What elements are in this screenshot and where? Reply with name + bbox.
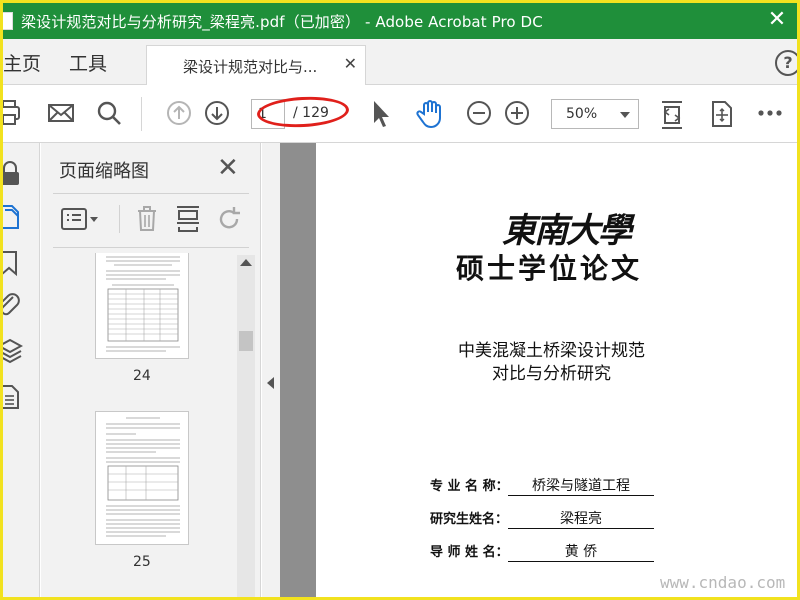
bookmarks-icon[interactable] [3,249,19,281]
field-label: 导 师 姓 名： [430,545,509,560]
pane-divider [53,247,249,248]
degree-title: 硕士学位论文 [456,252,643,285]
document-tab-label: 梁设计规范对比与... [183,58,318,76]
options-menu-icon[interactable] [61,207,101,235]
page-thumbnails-pane: 页面缩略图 ✕ 24 25 [41,143,261,597]
pane-title: 页面缩略图 [59,161,149,182]
site-watermark: www.cndao.com [660,573,786,592]
document-tab[interactable]: 梁设计规范对比与... ✕ [146,45,366,85]
field-value: 桥梁与隧道工程 [508,475,654,496]
navigation-rail [3,143,40,597]
page-thumbnail-24[interactable] [95,253,189,359]
main-toolbar: 1 / 129 50% [3,85,797,143]
next-page-icon[interactable] [203,99,231,127]
scroll-up-icon[interactable] [240,259,252,266]
zoom-out-icon[interactable] [465,99,493,127]
attachments-icon[interactable] [3,291,21,323]
pdf-page: 東南大學 硕士学位论文 中美混凝土桥梁设计规范 对比与分析研究 专 业 名 称：… [316,143,797,597]
university-logo-text: 東南大學 [502,211,632,251]
field-label: 专 业 名 称： [430,479,509,494]
pane-close-button[interactable]: ✕ [217,153,239,183]
document-tab-close-button[interactable]: ✕ [344,54,357,73]
page-thumbnail-25[interactable] [95,411,189,545]
more-tools-icon[interactable] [757,109,783,117]
pane-tool-separator [119,205,120,233]
field-label: 研究生姓名： [430,512,509,527]
thumbnail-page-content [106,256,180,352]
zoom-in-icon[interactable] [503,99,531,127]
insert-page-icon[interactable] [175,205,201,237]
window-close-button[interactable]: ✕ [763,9,791,33]
document-view: 東南大學 硕士学位论文 中美混凝土桥梁设计规范 对比与分析研究 专 业 名 称：… [280,143,797,597]
app-window: 梁设计规范对比与分析研究_梁程亮.pdf（已加密） - Adobe Acroba… [0,0,800,600]
menu-home[interactable]: 主页 [3,49,41,76]
toolbar-separator [141,97,142,131]
major-field: 专 业 名 称： 桥梁与隧道工程 [430,475,654,496]
previous-page-icon[interactable] [165,99,193,127]
menu-tools[interactable]: 工具 [69,49,107,76]
pdf-file-icon [3,12,13,30]
document-info-icon[interactable] [3,383,21,415]
email-icon[interactable] [47,99,75,127]
field-value: 黄 侨 [508,541,654,562]
window-title: 梁设计规范对比与分析研究_梁程亮.pdf（已加密） - Adobe Acroba… [21,12,543,31]
zoom-value: 50% [566,106,598,122]
thumbnail-page-content [106,417,180,537]
thumbnail-page-label: 24 [133,368,151,384]
rotate-view-icon[interactable] [709,99,735,129]
hand-tool-icon[interactable] [415,99,445,129]
title-bar: 梁设计规范对比与分析研究_梁程亮.pdf（已加密） - Adobe Acroba… [3,3,797,39]
scrollbar-thumb[interactable] [239,331,253,351]
zoom-select[interactable]: 50% [551,99,639,129]
pane-toolbar [53,203,253,237]
fit-page-icon[interactable] [659,99,685,131]
collapse-pane-icon[interactable] [267,377,274,389]
thumbnail-page-label: 25 [133,554,151,570]
select-cursor-icon[interactable] [369,99,391,129]
help-icon[interactable]: ? [775,50,797,76]
thumbnail-scrollbar[interactable] [237,255,255,597]
search-icon[interactable] [95,99,123,127]
pane-divider [53,193,249,194]
layers-icon[interactable] [3,337,24,369]
print-icon[interactable] [3,99,23,127]
chevron-down-icon [620,112,630,118]
thesis-title-line-1: 中美混凝土桥梁设计规范 [458,341,645,361]
thesis-title-line-2: 对比与分析研究 [492,364,611,384]
lock-icon[interactable] [3,161,19,191]
menu-bar: 主页 工具 梁设计规范对比与... ✕ ? [3,39,797,85]
page-thumbnails-icon[interactable] [3,203,23,235]
field-value: 梁程亮 [508,508,654,529]
trash-icon[interactable] [135,205,159,237]
student-name-field: 研究生姓名： 梁程亮 [430,508,654,529]
rotate-page-icon[interactable] [215,205,243,237]
advisor-name-field: 导 师 姓 名：黄 侨 [430,541,654,562]
pane-collapse-strip[interactable] [262,143,280,597]
